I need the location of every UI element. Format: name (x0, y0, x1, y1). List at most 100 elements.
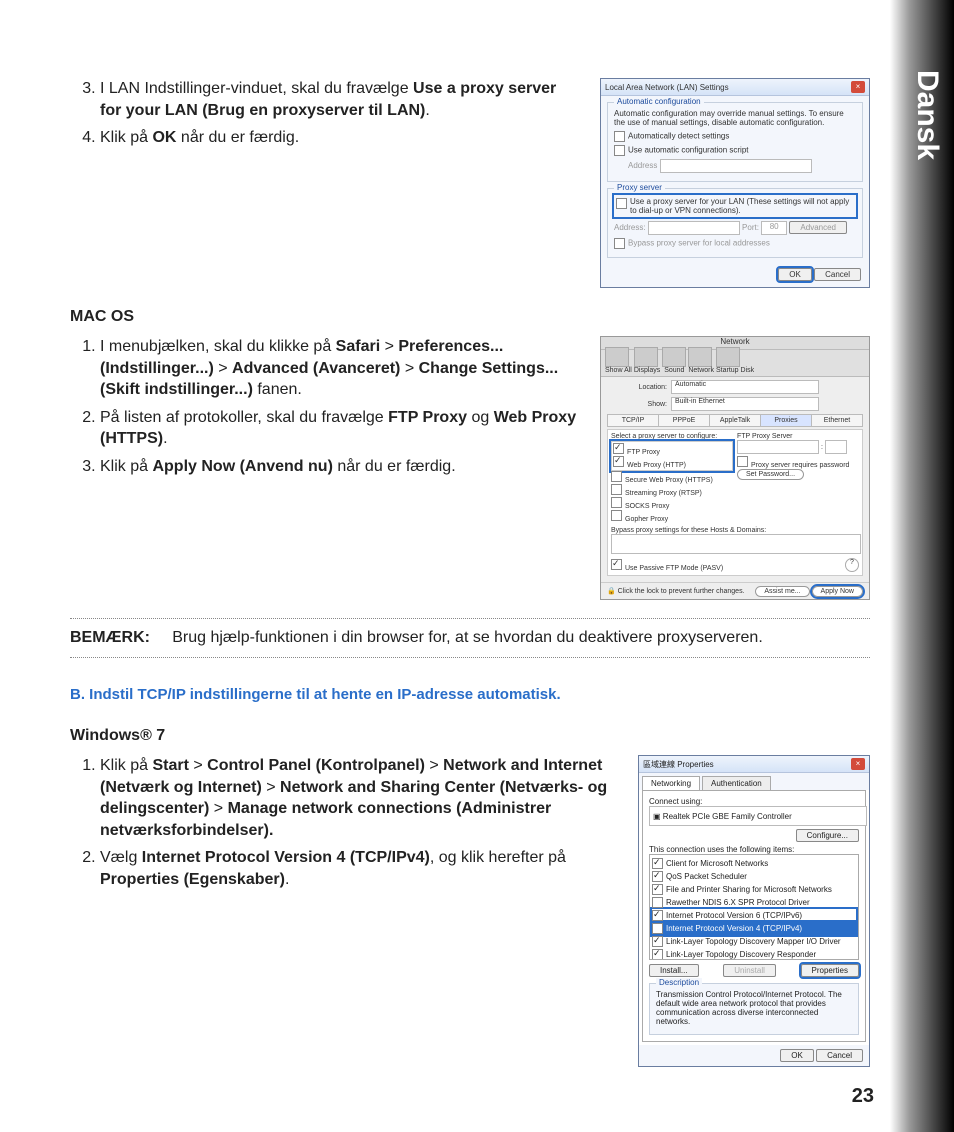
proxy-item[interactable]: Web Proxy (HTTP) (613, 456, 731, 469)
adapter-field: ▣ Realtek PCIe GBE Family Controller (649, 806, 867, 826)
page-number: 23 (852, 1085, 874, 1108)
chk-auto-detect[interactable]: Automatically detect settings (614, 131, 856, 142)
group-auto: Automatic configuration Automatic config… (607, 102, 863, 182)
note-text: Brug hjælp-funktionen i din browser for,… (172, 629, 763, 646)
btn-apply-now[interactable]: Apply Now (812, 586, 863, 597)
list-item-ipv6[interactable]: Internet Protocol Version 6 (TCP/IPv6) (652, 909, 856, 922)
btn-cancel[interactable]: Cancel (816, 1049, 863, 1062)
btn-configure[interactable]: Configure... (796, 829, 859, 842)
proxy-item[interactable]: Secure Web Proxy (HTTPS) (611, 471, 733, 484)
props-body: Connect using: ▣ Realtek PCIe GBE Family… (642, 790, 866, 1042)
list-item-ipv4[interactable]: Internet Protocol Version 4 (TCP/IPv4) (652, 922, 856, 935)
tab[interactable]: AppleTalk (710, 415, 761, 426)
props-tabs: Networking Authentication (639, 773, 869, 790)
tab[interactable]: PPPoE (659, 415, 710, 426)
list-item[interactable]: QoS Packet Scheduler (652, 870, 856, 883)
g: Description (656, 978, 702, 987)
btn-ok[interactable]: OK (778, 268, 812, 281)
bypass-field[interactable] (611, 534, 861, 554)
toolbar-icon[interactable] (662, 347, 686, 367)
btn-assist[interactable]: Assist me... (755, 586, 809, 597)
items-list: Client for Microsoft Networks QoS Packet… (649, 854, 859, 960)
tab-auth[interactable]: Authentication (702, 776, 771, 790)
tab[interactable]: Ethernet (812, 415, 862, 426)
screenshot-mac: Network Show All Displays Sound Network … (600, 336, 870, 600)
tab-proxies[interactable]: Proxies (761, 415, 812, 426)
proxy-item[interactable]: Gopher Proxy (611, 510, 733, 523)
proxy-port-field[interactable] (825, 440, 847, 454)
l: Port: (742, 223, 759, 232)
mac-step-2: På listen af protokoller, skal du fravæl… (100, 407, 580, 450)
l: Address (628, 161, 657, 170)
lan-steps: I LAN Indstillinger-vinduet, skal du fra… (70, 78, 580, 149)
l: Select a proxy server to configure: (611, 433, 733, 440)
t: OK (152, 129, 176, 146)
t: I LAN Indstillinger-vinduet, skal du fra… (100, 80, 413, 97)
group-proxy: Proxy server Use a proxy server for your… (607, 188, 863, 258)
port-value[interactable]: 80 (761, 221, 787, 235)
btn-properties[interactable]: Properties (801, 964, 859, 977)
step-4: Klik på OK når du er færdig. (100, 127, 580, 149)
close-icon[interactable]: × (851, 81, 865, 93)
proxy-server-field[interactable] (737, 440, 819, 454)
l: Automatically detect settings (628, 132, 729, 141)
chk-bypass[interactable]: Bypass proxy server for local addresses (614, 238, 856, 249)
toolbar-icon[interactable] (605, 347, 629, 367)
btn-uninstall[interactable]: Uninstall (723, 964, 776, 977)
g: Automatic configuration (614, 97, 704, 106)
chk-pasv[interactable]: Use Passive FTP Mode (PASV) (611, 559, 723, 572)
toolbar-icon[interactable] (688, 347, 712, 367)
macos-heading: MAC OS (70, 308, 870, 326)
screenshot-lan: Local Area Network (LAN) Settings × Auto… (600, 78, 870, 288)
btn-advanced[interactable]: Advanced (789, 221, 847, 234)
list-item[interactable]: Rawether NDIS 6.X SPR Protocol Driver (652, 896, 856, 909)
chk-use-proxy[interactable]: Use a proxy server for your LAN (These s… (614, 195, 856, 217)
tab[interactable]: TCP/IP (608, 415, 659, 426)
mac-tabs: TCP/IP PPPoE AppleTalk Proxies Ethernet (607, 414, 863, 427)
btn-ok[interactable]: OK (780, 1049, 814, 1062)
btn-install[interactable]: Install... (649, 964, 699, 977)
l: This connection uses the following items… (649, 845, 859, 854)
lock-icon[interactable]: 🔒 (607, 588, 616, 595)
list-item[interactable]: Link-Layer Topology Discovery Responder (652, 948, 856, 960)
note-label: BEMÆRK: (70, 629, 150, 646)
list-item[interactable]: Client for Microsoft Networks (652, 857, 856, 870)
nic-icon: ▣ (653, 812, 661, 821)
section-win7: Klik på Start > Control Panel (Kontrolpa… (70, 755, 870, 1067)
list-item[interactable]: File and Printer Sharing for Microsoft N… (652, 883, 856, 896)
chk-auto-script[interactable]: Use automatic configuration script (614, 145, 856, 156)
mac-step-1: I menubjælken, skal du klikke på Safari … (100, 336, 580, 401)
t: Klik på (100, 129, 152, 146)
close-icon[interactable]: × (851, 758, 865, 770)
t: . (425, 102, 429, 119)
language-tab: Dansk (910, 70, 944, 160)
l: Use automatic configuration script (628, 146, 749, 155)
props-titlebar: 區域連線 Properties × (639, 756, 869, 773)
t: Automatic configuration may override man… (614, 109, 856, 127)
win7-heading: Windows® 7 (70, 727, 870, 745)
btn-set-password[interactable]: Set Password... (737, 469, 804, 480)
proxy-item[interactable]: FTP Proxy (613, 443, 731, 456)
list-item[interactable]: Link-Layer Topology Discovery Mapper I/O… (652, 935, 856, 948)
note-box: BEMÆRK: Brug hjælp-funktionen i din brow… (70, 618, 870, 658)
mac-footer: 🔒 Click the lock to prevent further chan… (601, 582, 869, 599)
l: FTP Proxy Server (737, 433, 859, 440)
toolbar-icon[interactable] (716, 347, 740, 367)
proxy-item[interactable]: Streaming Proxy (RTSP) (611, 484, 733, 497)
btn-cancel[interactable]: Cancel (814, 268, 861, 281)
chk-req-pw[interactable]: Proxy server requires password (737, 456, 859, 469)
section-lan: I LAN Indstillinger-vinduet, skal du fra… (70, 78, 870, 288)
help-icon[interactable]: ? (845, 558, 859, 572)
proxy-item[interactable]: SOCKS Proxy (611, 497, 733, 510)
section-mac: I menubjælken, skal du klikke på Safari … (70, 336, 870, 600)
mac-body: Select a proxy server to configure: FTP … (607, 429, 863, 576)
l: Use a proxy server for your LAN (These s… (630, 197, 854, 215)
side-gradient: Dansk (890, 0, 954, 1132)
tab-networking[interactable]: Networking (642, 776, 700, 790)
step-3: I LAN Indstillinger-vinduet, skal du fra… (100, 78, 580, 121)
l: Address: (614, 223, 646, 232)
lan-titlebar: Local Area Network (LAN) Settings × (601, 79, 869, 96)
toolbar-icon[interactable] (634, 347, 658, 367)
location-select[interactable]: Automatic (671, 380, 819, 394)
show-select[interactable]: Built-in Ethernet (671, 397, 819, 411)
